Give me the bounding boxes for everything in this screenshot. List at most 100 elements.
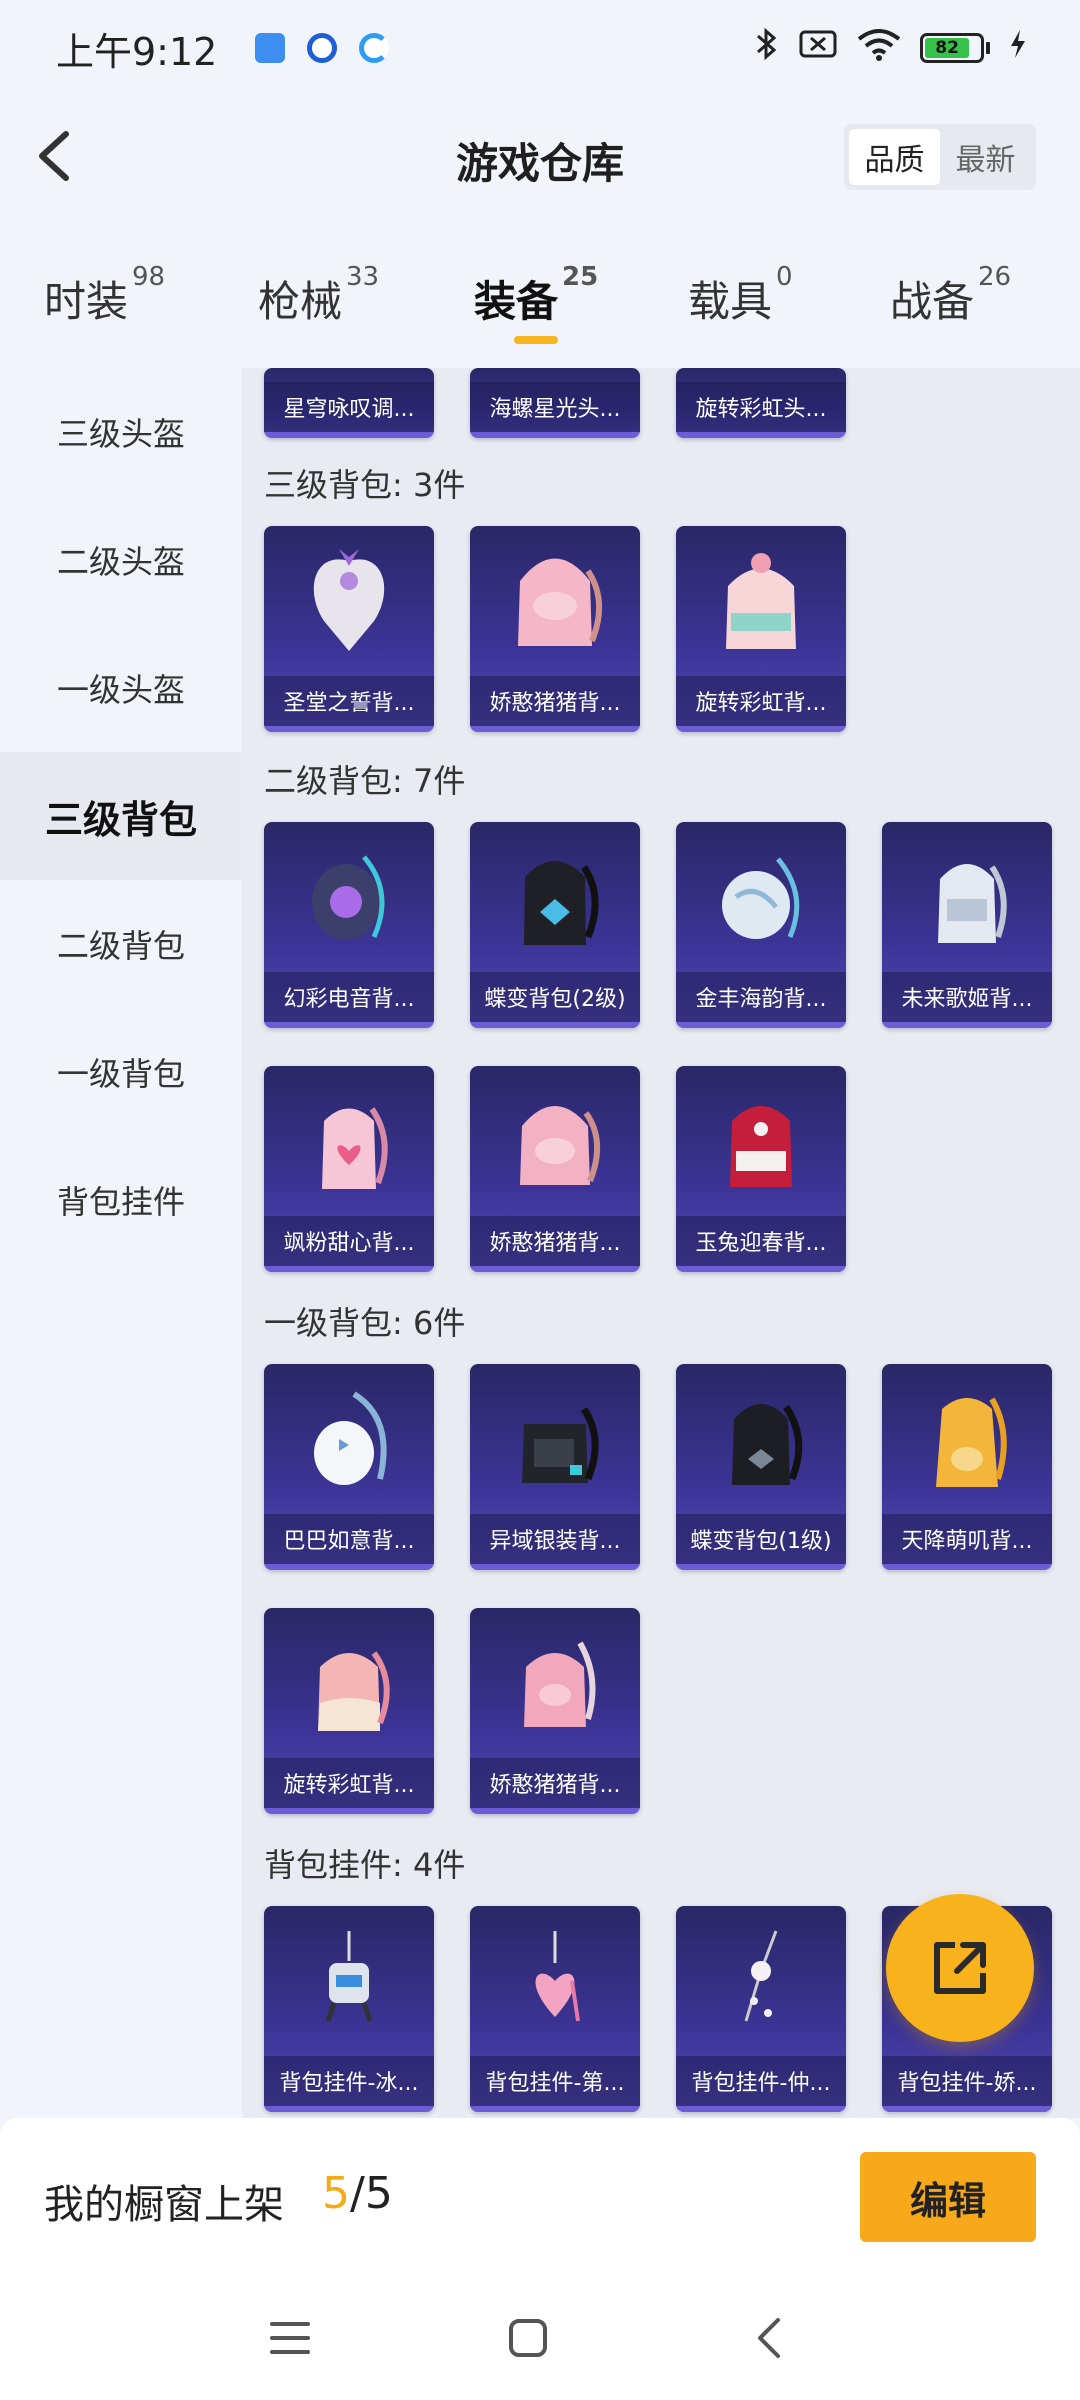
flower-pendant-icon (676, 1906, 846, 2056)
item-name: 未来歌姬背... (882, 972, 1052, 1022)
item-name: 飒粉甜心背... (264, 1216, 434, 1266)
item-card[interactable]: 背包挂件-冰... (264, 1906, 434, 2112)
butterfly-backpack-icon (676, 1364, 846, 1514)
silver-backpack-icon (470, 1364, 640, 1514)
tab-label: 枪械 (258, 277, 343, 326)
item-card[interactable]: 未来歌姬背... (882, 822, 1052, 1028)
wifi-icon (856, 27, 902, 69)
ocean-backpack-icon (676, 822, 846, 972)
item-card[interactable]: 巴巴如意背... (264, 1364, 434, 1570)
pig-backpack-icon (470, 1608, 640, 1758)
item-name: 背包挂件-娇... (882, 2056, 1052, 2106)
item-card[interactable]: 天降萌叽背... (882, 1364, 1052, 1570)
item-card[interactable]: 飒粉甜心背... (264, 1066, 434, 1272)
sidebar-item-lv1-backpack[interactable]: 一级背包 (0, 1008, 242, 1136)
rainbow-backpack-icon (676, 526, 846, 676)
section-title-lv1-backpack: 一级背包: 6件 (264, 1304, 466, 1342)
item-card[interactable]: 幻彩电音背... (264, 822, 434, 1028)
item-name: 娇憨猪猪背... (470, 1216, 640, 1266)
tab-firearms[interactable]: 枪械 33 (258, 262, 379, 329)
item-card[interactable]: 蝶变背包(2级) (470, 822, 640, 1028)
item-card[interactable]: 背包挂件-仲... (676, 1906, 846, 2112)
system-nav-bar (0, 2278, 1080, 2400)
sidebar: 三级头盔 二级头盔 一级头盔 三级背包 二级背包 一级背包 背包挂件 (0, 368, 242, 2118)
item-name: 幻彩电音背... (264, 972, 434, 1022)
idol-backpack-icon (882, 822, 1052, 972)
charging-icon (1008, 28, 1028, 68)
item-card[interactable]: 背包挂件-第... (470, 1906, 640, 2112)
tab-equipment[interactable]: 装备 25 (474, 262, 598, 329)
back-nav-icon[interactable] (740, 2308, 800, 2368)
item-card[interactable]: 旋转彩虹背... (676, 526, 846, 732)
item-name: 圣堂之誓背... (264, 676, 434, 726)
sidebar-item-lv1-helmet[interactable]: 一级头盔 (0, 624, 242, 752)
item-name: 背包挂件-仲... (676, 2056, 846, 2106)
item-name: 娇憨猪猪背... (470, 676, 640, 726)
share-icon (934, 1942, 986, 1994)
item-card[interactable]: 蝶变背包(1级) (676, 1364, 846, 1570)
showcase-current: 5 (322, 2168, 350, 2219)
item-card[interactable]: 海螺星光头... (470, 368, 640, 438)
rabbit-backpack-icon (676, 1066, 846, 1216)
butterfly-backpack-icon (470, 822, 640, 972)
tab-fashion[interactable]: 时装 98 (44, 262, 165, 329)
item-name: 旋转彩虹头... (676, 382, 846, 432)
item-name: 娇憨猪猪背... (470, 1758, 640, 1808)
tab-vehicles[interactable]: 载具 0 (688, 262, 793, 329)
sidebar-item-pendant[interactable]: 背包挂件 (0, 1136, 242, 1264)
item-name: 蝶变背包(1级) (676, 1514, 846, 1564)
tab-count: 0 (776, 262, 793, 292)
item-name: 天降萌叽背... (882, 1514, 1052, 1564)
pink-heart-backpack-icon (264, 1066, 434, 1216)
tab-count: 25 (562, 262, 599, 292)
item-card[interactable]: 旋转彩虹头... (676, 368, 846, 438)
pig-backpack-icon (470, 526, 640, 676)
no-sim-icon (798, 28, 838, 68)
item-card[interactable]: 金丰海韵背... (676, 822, 846, 1028)
section-title-lv2-backpack: 二级背包: 7件 (264, 762, 466, 800)
tab-label: 战备 (890, 277, 975, 326)
share-button[interactable] (886, 1894, 1034, 2042)
item-card[interactable]: 玉兔迎春背... (676, 1066, 846, 1272)
tab-supplies[interactable]: 战备 26 (890, 262, 1011, 329)
menu-icon[interactable] (260, 2308, 320, 2368)
showcase-bar: 我的橱窗上架 5/5 编辑 (0, 2118, 1080, 2278)
item-name: 海螺星光头... (470, 382, 640, 432)
item-card[interactable]: 异域银装背... (470, 1364, 640, 1570)
sidebar-item-lv3-backpack[interactable]: 三级背包 (0, 752, 242, 880)
bunny-backpack-icon (264, 1364, 434, 1514)
item-name: 金丰海韵背... (676, 972, 846, 1022)
item-card[interactable]: 娇憨猪猪背... (470, 1066, 640, 1272)
item-name: 星穹咏叹调... (264, 382, 434, 432)
item-card[interactable]: 娇憨猪猪背... (470, 1608, 640, 1814)
sidebar-item-lv3-helmet[interactable]: 三级头盔 (0, 368, 242, 496)
item-name: 蝶变背包(2级) (470, 972, 640, 1022)
edit-button[interactable]: 编辑 (860, 2152, 1036, 2242)
item-grid: 星穹咏叹调... 海螺星光头... 旋转彩虹头... 三级背包: 3件 圣堂之誓… (242, 368, 1080, 2118)
showcase-label: 我的橱窗上架 (44, 2182, 284, 2228)
sidebar-item-lv2-backpack[interactable]: 二级背包 (0, 880, 242, 1008)
robot-pendant-icon (264, 1906, 434, 2056)
item-card[interactable]: 星穹咏叹调... (264, 368, 434, 438)
item-card[interactable]: 娇憨猪猪背... (470, 526, 640, 732)
sort-newest-button[interactable]: 最新 (940, 129, 1031, 185)
speaker-backpack-icon (264, 822, 434, 972)
heart-pendant-icon (470, 1906, 640, 2056)
home-icon[interactable] (498, 2308, 558, 2368)
section-title-lv3-backpack: 三级背包: 3件 (264, 466, 466, 504)
section-title-pendant: 背包挂件: 4件 (264, 1846, 466, 1884)
item-card[interactable]: 旋转彩虹背... (264, 1608, 434, 1814)
sort-quality-button[interactable]: 品质 (849, 129, 940, 185)
sort-toggle: 品质 最新 (844, 124, 1036, 190)
item-name: 玉兔迎春背... (676, 1216, 846, 1266)
item-card[interactable]: 圣堂之誓背... (264, 526, 434, 732)
tab-label: 时装 (44, 277, 129, 326)
item-name: 背包挂件-冰... (264, 2056, 434, 2106)
tab-label: 装备 (474, 277, 559, 326)
sidebar-item-lv2-helmet[interactable]: 二级头盔 (0, 496, 242, 624)
browser-app-icon (359, 33, 390, 63)
item-name: 旋转彩虹背... (676, 676, 846, 726)
tab-count: 26 (978, 262, 1012, 292)
winged-backpack-icon (264, 526, 434, 676)
status-bar: 上午9:12 82 (0, 0, 1080, 96)
